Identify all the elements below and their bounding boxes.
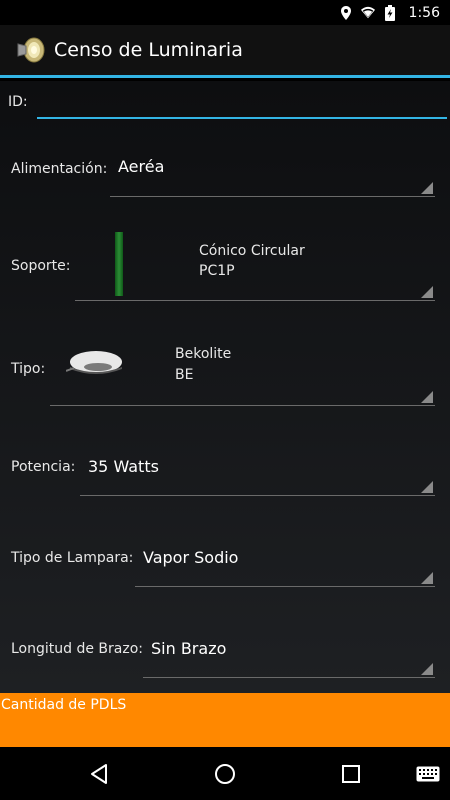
tipo-label: Tipo: [11,361,46,377]
app-bar: Censo de Luminaria [0,25,450,78]
spinner-arrow-icon [421,286,433,298]
alimentacion-spinner[interactable]: Aeréa [110,151,435,197]
id-label: ID: [8,94,28,110]
potencia-row: Potencia: 35 Watts [0,451,450,501]
tipo-lampara-label: Tipo de Lampara: [11,550,134,566]
status-time: 1:56 [408,4,440,21]
tipo-row: Tipo: Bekolite BE [0,331,450,411]
location-icon [339,5,353,20]
keyboard-icon[interactable] [415,761,441,787]
tipo-spinner[interactable]: Bekolite BE [50,331,435,406]
home-icon[interactable] [212,761,238,787]
battery-charging-icon [383,4,397,21]
longitud-brazo-value: Sin Brazo [151,639,227,658]
soporte-value-line1: Cónico Circular [199,243,305,259]
alimentacion-row: Alimentación: Aeréa [0,151,450,201]
tipo-value-line2: BE [175,367,194,383]
tipo-lampara-row: Tipo de Lampara: Vapor Sodio [0,542,450,592]
spinner-arrow-icon [421,481,433,493]
potencia-label: Potencia: [11,459,76,475]
longitud-brazo-label: Longitud de Brazo: [11,641,143,657]
spinner-arrow-icon [421,391,433,403]
wifi-icon [360,6,375,20]
recents-icon[interactable] [338,761,364,787]
soporte-label: Soporte: [11,258,71,274]
longitud-brazo-spinner[interactable]: Sin Brazo [143,633,435,678]
spinner-arrow-icon [421,182,433,194]
nav-bar [0,747,450,800]
app-title: Censo de Luminaria [54,39,243,61]
id-row: ID: [0,81,450,126]
lamp-speaker-icon [14,32,50,68]
alimentacion-label: Alimentación: [11,161,108,177]
tipo-value-line1: Bekolite [175,346,232,362]
soporte-spinner[interactable]: Cónico Circular PC1P [75,226,435,301]
soporte-value-line2: PC1P [199,263,235,279]
potencia-spinner[interactable]: 35 Watts [80,451,435,496]
tipo-lampara-value: Vapor Sodio [143,548,239,567]
street-lamp-image [65,347,126,381]
tipo-lampara-spinner[interactable]: Vapor Sodio [135,542,435,587]
form-content: ID: Alimentación: Aeréa Soporte: Cónico … [0,81,450,693]
spinner-arrow-icon [421,572,433,584]
status-bar: 1:56 [0,0,450,25]
soporte-row: Soporte: Cónico Circular PC1P [0,226,450,306]
id-input[interactable] [37,91,447,119]
spinner-arrow-icon [421,663,433,675]
alimentacion-value: Aeréa [118,157,165,176]
pdls-footer[interactable]: Cantidad de PDLS [0,693,450,747]
pdls-label: Cantidad de PDLS [1,697,127,713]
longitud-brazo-row: Longitud de Brazo: Sin Brazo [0,633,450,683]
back-icon[interactable] [86,761,112,787]
potencia-value: 35 Watts [88,457,159,476]
green-pole-image [115,232,123,296]
